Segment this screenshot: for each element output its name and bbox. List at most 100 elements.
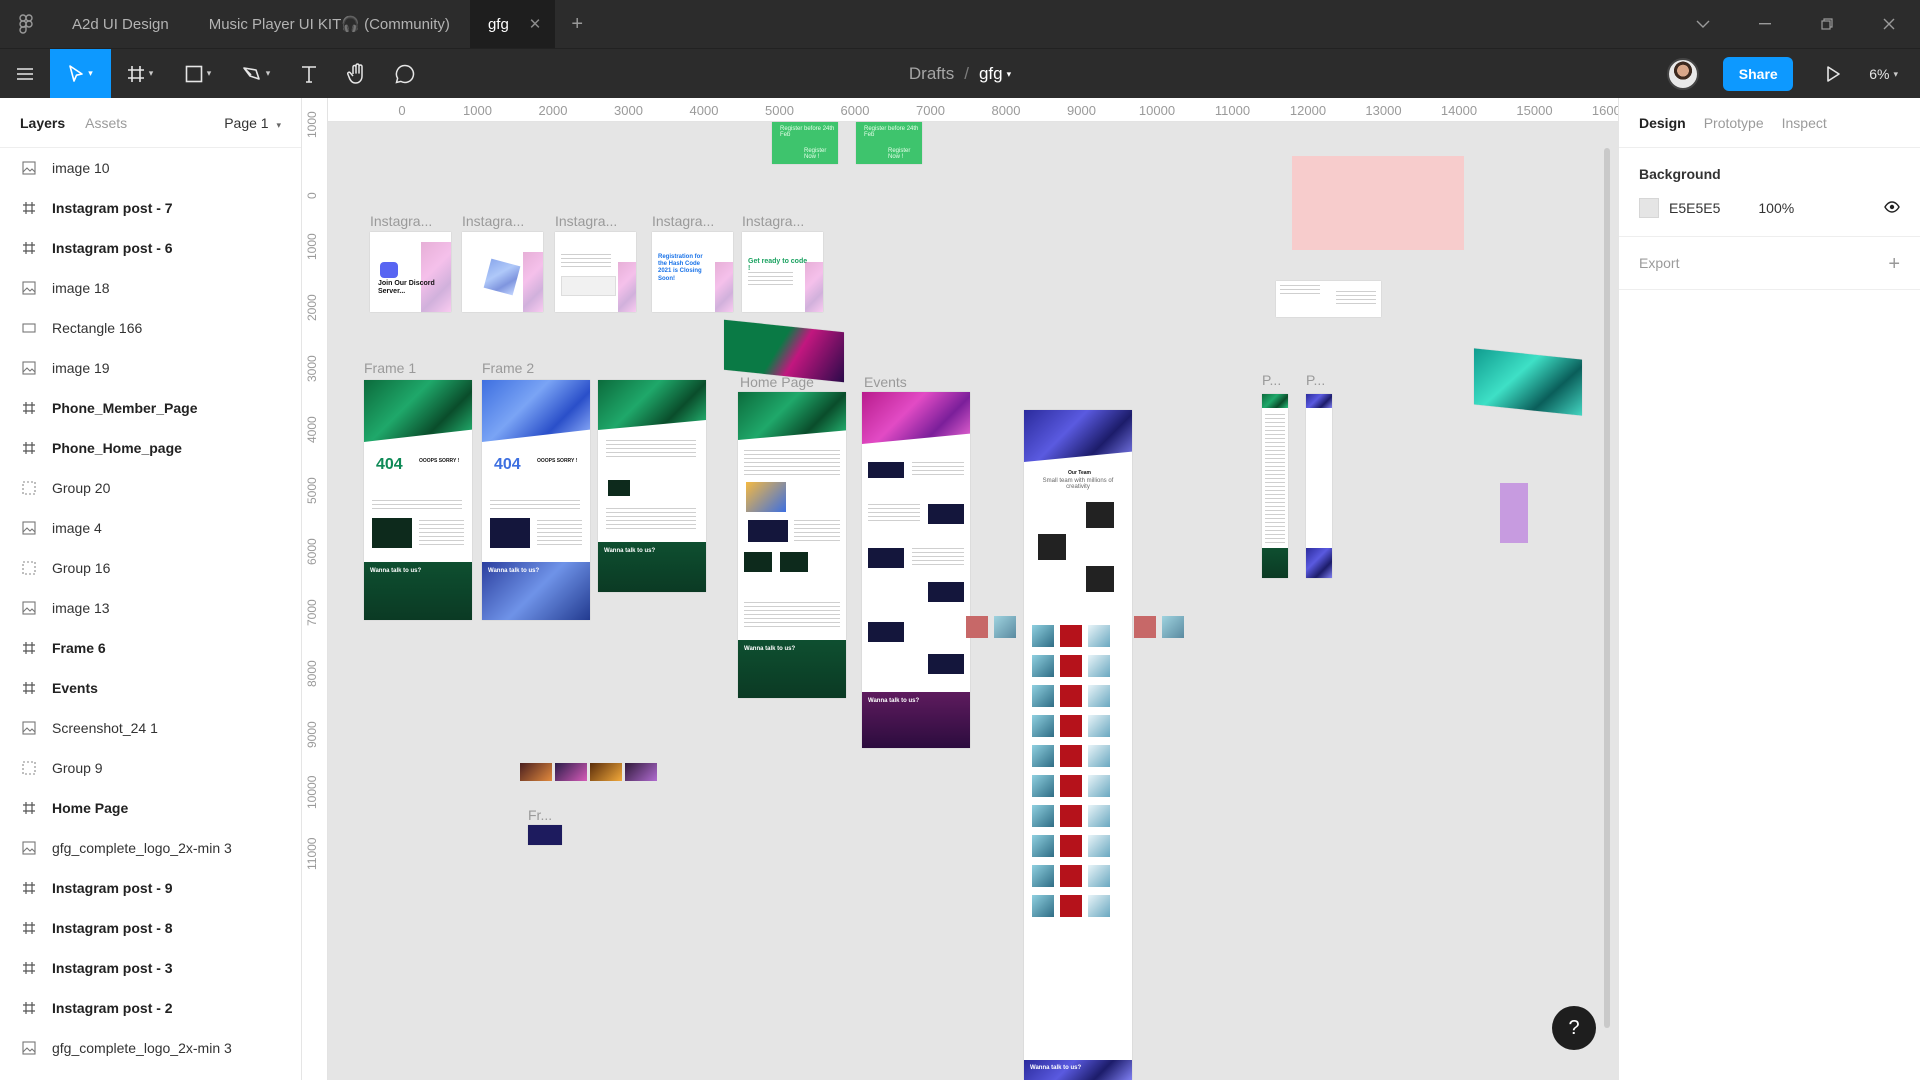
member-photo[interactable] [1060, 655, 1082, 677]
comment-tool-button[interactable] [381, 49, 429, 99]
member-photo[interactable] [1060, 685, 1082, 707]
text-tool-button[interactable] [285, 49, 333, 99]
member-photo[interactable] [1060, 805, 1082, 827]
member-photo[interactable] [1088, 715, 1110, 737]
background-hex-input[interactable]: E5E5E5 [1669, 200, 1720, 216]
member-photo[interactable] [1088, 835, 1110, 857]
tab-music-player-ui-kit[interactable]: Music Player UI KIT🎧 (Community) [189, 0, 470, 48]
layer-item[interactable]: Rectangle 166 [0, 308, 301, 348]
background-opacity-input[interactable]: 100% [1758, 200, 1794, 216]
layer-item[interactable]: Phone_Home_page [0, 428, 301, 468]
events-frame[interactable]: Wanna talk to us? [862, 392, 970, 748]
pen-tool-button[interactable]: ▾ [227, 49, 285, 99]
main-menu-icon[interactable] [0, 49, 50, 99]
tab-assets[interactable]: Assets [85, 115, 127, 131]
layer-item[interactable]: Group 9 [0, 748, 301, 788]
layer-item[interactable]: Group 16 [0, 548, 301, 588]
canvas-scrollbar[interactable] [1604, 148, 1610, 1028]
avatar[interactable] [1667, 58, 1700, 90]
member-photo[interactable] [1060, 895, 1082, 917]
file-name[interactable]: gfg [979, 64, 1003, 84]
canvas[interactable]: 0 1000 2000 3000 4000 5000 6000 7000 8000 9000 100… [302, 98, 1618, 1080]
layer-item[interactable]: image 10 [0, 148, 301, 188]
layer-item[interactable]: image 13 [0, 588, 301, 628]
minimize-icon[interactable] [1734, 23, 1796, 25]
frame-label[interactable]: P... [1306, 372, 1325, 388]
layer-item[interactable]: Group 20 [0, 468, 301, 508]
frame-label[interactable]: Events [864, 374, 907, 390]
layer-item[interactable]: Instagram post - 3 [0, 948, 301, 988]
member-photo[interactable] [1032, 655, 1054, 677]
member-photo[interactable] [1088, 655, 1110, 677]
close-window-icon[interactable] [1858, 18, 1920, 30]
member-photo[interactable] [1060, 745, 1082, 767]
background-color-swatch[interactable] [1639, 198, 1659, 218]
member-photo[interactable] [1088, 865, 1110, 887]
layer-item[interactable]: Screenshot_24 1 [0, 708, 301, 748]
layer-item[interactable]: Home Page [0, 788, 301, 828]
member-thumbs[interactable] [1134, 616, 1184, 638]
new-tab-icon[interactable]: + [571, 13, 583, 36]
shape-tool-button[interactable]: ▾ [169, 49, 227, 99]
instagram-post-frame[interactable]: Get ready to code ! [742, 232, 823, 312]
member-photo[interactable] [1088, 895, 1110, 917]
frame-label[interactable]: Instagra... [742, 213, 804, 229]
close-tab-icon[interactable]: ✕ [529, 15, 542, 33]
layer-item[interactable]: Events [0, 668, 301, 708]
tab-prototype[interactable]: Prototype [1704, 115, 1764, 131]
member-photo[interactable] [1088, 775, 1110, 797]
frame-label[interactable]: Instagra... [555, 213, 617, 229]
register-banner[interactable]: Register before 24th Feb Register Now ! [772, 122, 838, 164]
member-photo[interactable] [1032, 835, 1054, 857]
layer-item[interactable]: gfg_complete_logo_2x-min 3 [0, 828, 301, 868]
instagram-post-frame[interactable] [462, 232, 543, 312]
figma-logo-icon[interactable] [0, 0, 52, 48]
member-photo[interactable] [1088, 685, 1110, 707]
chevron-down-icon[interactable]: ▾ [1007, 69, 1012, 80]
member-photo[interactable] [1032, 805, 1054, 827]
member-photo[interactable] [1088, 805, 1110, 827]
events-strip[interactable] [520, 763, 657, 781]
zoom-dropdown[interactable]: 6% ▾ [1869, 66, 1898, 82]
phone-home-page-frame[interactable] [1262, 394, 1288, 578]
tab-design[interactable]: Design [1639, 115, 1686, 131]
layer-item[interactable]: image 19 [0, 348, 301, 388]
member-photo[interactable] [1060, 775, 1082, 797]
upcoming-events-frame[interactable] [1276, 281, 1381, 317]
image-banner[interactable] [1474, 348, 1582, 416]
member-photo[interactable] [1060, 715, 1082, 737]
layer-item[interactable]: image 18 [0, 268, 301, 308]
home-page-frame[interactable]: Wanna talk to us? [738, 392, 846, 698]
share-button[interactable]: Share [1723, 57, 1794, 91]
layer-item[interactable]: Instagram post - 9 [0, 868, 301, 908]
tab-a2d-ui-design[interactable]: A2d UI Design [52, 0, 189, 48]
tab-layers[interactable]: Layers [20, 115, 65, 131]
member-photo[interactable] [1032, 865, 1054, 887]
frame-label[interactable]: Instagra... [652, 213, 714, 229]
hand-tool-button[interactable] [333, 49, 381, 99]
instagram-post-frame[interactable]: Registration for the Hash Code 2021 is C… [652, 232, 733, 312]
frame-label[interactable]: Frame 1 [364, 360, 416, 376]
breadcrumb-drafts[interactable]: Drafts [909, 64, 954, 84]
member-photo[interactable] [1060, 865, 1082, 887]
eye-icon[interactable] [1884, 200, 1900, 216]
layer-item[interactable]: image 4 [0, 508, 301, 548]
image-banner[interactable] [724, 319, 844, 383]
layer-item[interactable]: Instagram post - 2 [0, 988, 301, 1028]
member-photo[interactable] [1032, 715, 1054, 737]
rectangle-purple[interactable] [1500, 483, 1528, 543]
instagram-post-frame[interactable]: Join Our Discord Server... [370, 232, 451, 312]
member-thumbs[interactable] [966, 616, 1016, 638]
register-banner[interactable]: Register before 24th Feb Register Now ! [856, 122, 922, 164]
frame-1[interactable]: 404 OOOPS SORRY ! Wanna talk to us? [364, 380, 472, 620]
rectangle-pink[interactable] [1292, 156, 1464, 250]
member-photo[interactable] [1032, 775, 1054, 797]
member-photo[interactable] [1088, 745, 1110, 767]
layer-item[interactable]: Frame 6 [0, 628, 301, 668]
frame-label[interactable]: Fr... [528, 807, 552, 823]
help-button[interactable]: ? [1552, 1006, 1596, 1050]
frame-green[interactable]: Wanna talk to us? [598, 380, 706, 592]
member-photo[interactable] [1032, 895, 1054, 917]
member-photo[interactable] [1032, 685, 1054, 707]
member-photo[interactable] [1060, 835, 1082, 857]
